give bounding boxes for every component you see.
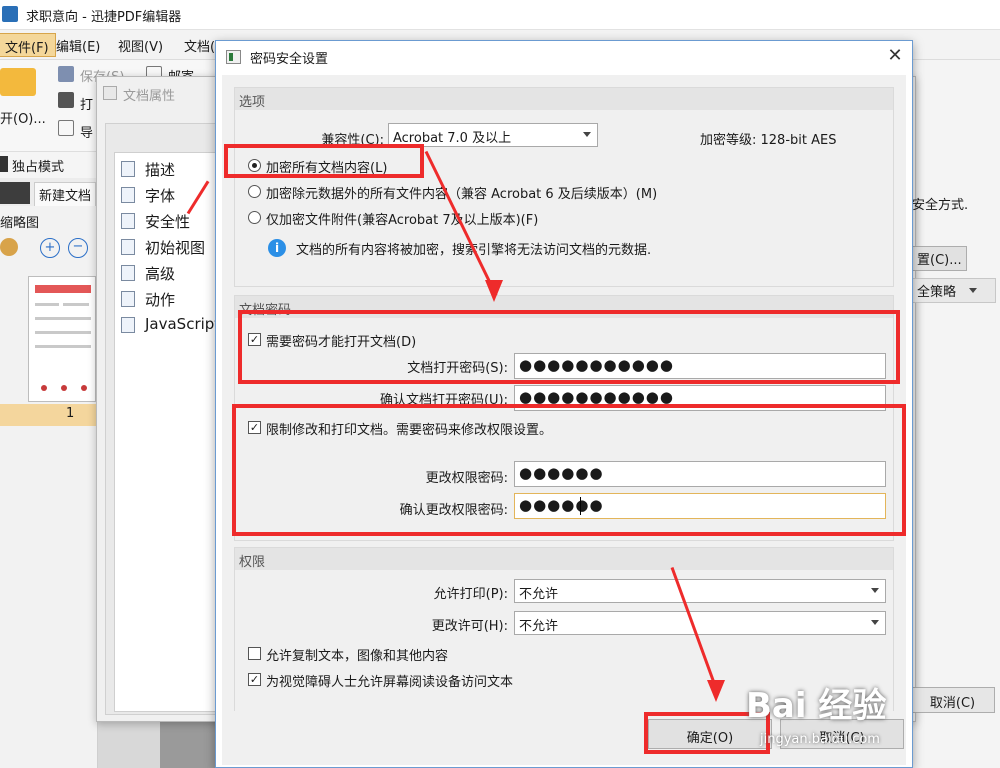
description-icon (121, 161, 135, 177)
app-title: 求职意向 - 迅捷PDF编辑器 (26, 10, 182, 25)
allow-screen-reader-checkbox[interactable]: ✓ (248, 673, 261, 686)
open-folder-icon[interactable] (0, 68, 36, 96)
options-header: 选项 (235, 88, 893, 110)
right-panel (912, 60, 1000, 768)
thumb-dot (81, 385, 87, 391)
tab-start[interactable] (0, 182, 30, 204)
chevron-down-icon (969, 288, 977, 293)
dialog-titlebar: 密码安全设置 ✕ (216, 41, 912, 73)
chevron-down-icon (583, 132, 591, 137)
chevron-down-icon (871, 588, 879, 593)
thumb-line (35, 317, 91, 320)
zoom-in-thumb-icon[interactable]: + (40, 238, 60, 258)
allow-print-select[interactable]: 不允许 (514, 579, 886, 603)
open-button[interactable]: 开(O)... (0, 108, 46, 127)
change-permission-select[interactable]: 不允许 (514, 611, 886, 635)
settings-gear-icon[interactable] (0, 238, 18, 256)
encryption-level: 加密等级: 128-bit AES (700, 133, 837, 148)
thumbnail-page-number-bar: 1 (0, 404, 98, 426)
nav-label: 动作 (145, 291, 176, 309)
menu-view[interactable]: 视图(V) (118, 36, 163, 55)
allow-print-value: 不允许 (519, 587, 559, 602)
radio-encrypt-attachments-label[interactable]: 仅加密文件附件(兼容Acrobat 7及以上版本)(F) (266, 209, 538, 228)
app-titlebar: 求职意向 - 迅捷PDF编辑器 (0, 0, 1000, 30)
menu-file[interactable]: 文件(F) (0, 33, 56, 57)
allow-copy-label[interactable]: 允许复制文本，图像和其他内容 (266, 645, 448, 664)
dialog-icon (103, 86, 117, 100)
annotation-arrowhead (707, 680, 725, 702)
chevron-down-icon (871, 620, 879, 625)
nav-label: 初始视图 (145, 239, 206, 257)
save-icon[interactable] (58, 66, 74, 82)
highlight-encrypt-all (224, 144, 424, 178)
nav-label: 安全性 (145, 213, 191, 231)
dialog-title: 密码安全设置 (250, 52, 329, 67)
baidu-watermark: Bai 经验 (746, 686, 887, 726)
close-icon[interactable]: ✕ (882, 45, 908, 69)
print-icon[interactable] (58, 92, 74, 108)
document-area-edge (160, 720, 220, 768)
properties-nav-list: 描述 字体 安全性 初始视图 高级 动作 JavaScript (114, 152, 222, 712)
tab-new-document-label: 新建文档 (39, 189, 92, 204)
radio-encrypt-attachments[interactable] (248, 211, 261, 224)
view-icon (121, 239, 135, 255)
nav-label: JavaScript (145, 315, 221, 333)
baidu-watermark-url: jingyan.baidu.com (760, 732, 880, 747)
nav-label: 字体 (145, 187, 176, 205)
allow-copy-checkbox[interactable] (248, 647, 261, 660)
page-number: 1 (66, 406, 75, 421)
advanced-icon (121, 265, 135, 281)
exclusive-mode-icon[interactable] (0, 156, 8, 172)
thumb-header-bar (35, 285, 91, 293)
action-icon (121, 291, 135, 307)
highlight-permission-password (232, 404, 906, 536)
permissions-header: 权限 (235, 548, 893, 570)
security-method-text: 安全方式. (912, 198, 969, 213)
lock-icon (121, 213, 135, 229)
script-icon (121, 317, 135, 333)
security-policy-value: 全策略 (917, 285, 957, 300)
app-logo-icon (2, 6, 18, 22)
zoom-out-thumb-icon[interactable]: − (68, 238, 88, 258)
nav-label: 描述 (145, 161, 176, 179)
menu-document[interactable]: 文档( (184, 36, 215, 55)
page-thumbnail[interactable] (28, 276, 96, 402)
info-icon: i (268, 239, 286, 257)
print-button[interactable]: 打 (80, 94, 93, 113)
thumbnail-header: 缩略图 (0, 216, 40, 231)
nav-label: 高级 (145, 265, 176, 283)
radio-encrypt-except-metadata-label[interactable]: 加密除元数据外的所有文件内容（兼容 Acrobat 6 及后续版本）(M) (266, 183, 657, 202)
thumb-line (35, 303, 59, 306)
tab-row: 新建文档 (0, 178, 100, 207)
highlight-open-password (238, 310, 900, 384)
thumb-line (35, 331, 91, 334)
security-settings-button[interactable]: 置(C)... (912, 246, 967, 271)
menu-edit[interactable]: 编辑(E) (56, 36, 100, 55)
thumb-dot (41, 385, 47, 391)
thumb-line (35, 345, 91, 348)
dialog-icon (226, 50, 241, 64)
allow-screen-reader-label[interactable]: 为视觉障碍人士允许屏幕阅读设备访问文本 (266, 671, 513, 690)
annotation-arrowhead (485, 280, 503, 302)
security-policy-select[interactable]: 全策略 (912, 278, 996, 303)
change-permission-value: 不允许 (519, 619, 559, 634)
exclusive-mode-button[interactable]: 独占模式 (12, 156, 64, 175)
allow-print-label: 允许打印(P): (433, 587, 508, 602)
font-icon (121, 187, 135, 203)
radio-encrypt-except-metadata[interactable] (248, 185, 261, 198)
dialog-title: 文档属性 (123, 89, 176, 104)
export-icon[interactable] (58, 120, 74, 136)
change-permission-label: 更改许可(H): (431, 619, 508, 634)
thumb-line (63, 303, 89, 306)
thumb-dot (61, 385, 67, 391)
tab-new-document[interactable]: 新建文档 (34, 182, 97, 207)
export-button[interactable]: 导 (80, 122, 93, 141)
